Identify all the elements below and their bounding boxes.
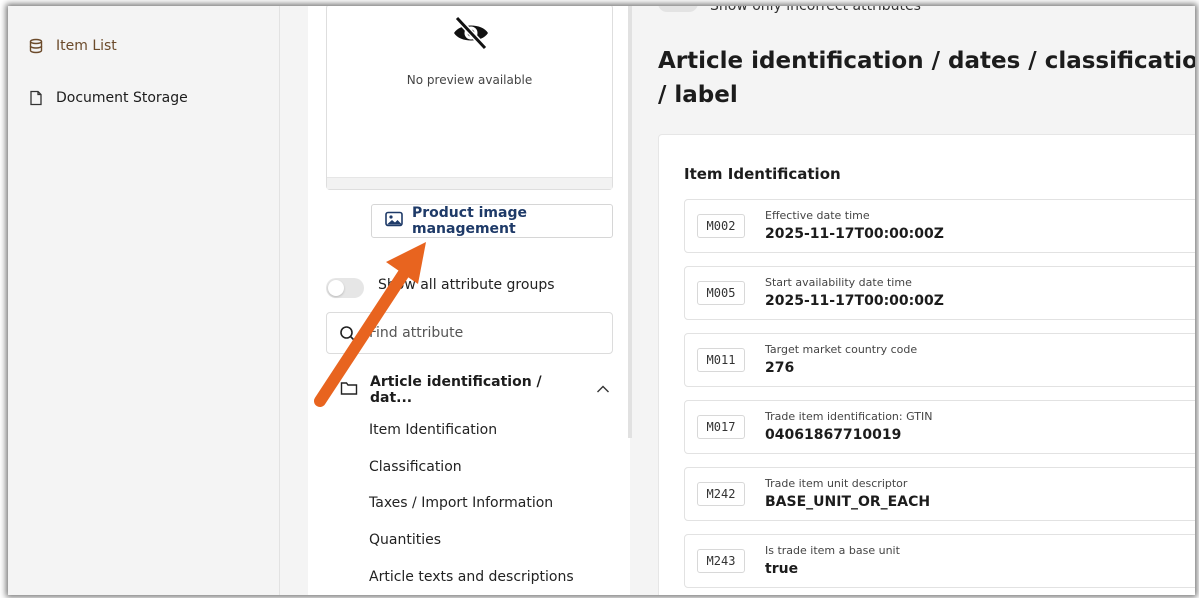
attribute-section-card: Item Identification M002 Effective date … (658, 134, 1195, 595)
sidebar-item-document-storage[interactable]: Document Storage (28, 90, 188, 106)
sidebar-item-item-list[interactable]: Item List (28, 38, 117, 54)
database-icon (28, 38, 44, 54)
attribute-code: M011 (697, 348, 745, 372)
attribute-row[interactable]: M002 Effective date time 2025-11-17T00:0… (684, 199, 1195, 253)
show-only-incorrect-attributes-label: Show only incorrect attributes (710, 6, 921, 14)
attribute-code: M005 (697, 281, 745, 305)
document-icon (28, 90, 44, 106)
annotation-arrow-icon (314, 242, 426, 407)
sidebar: Item List Document Storage (8, 6, 280, 595)
attribute-value: 04061867710019 (765, 427, 902, 443)
attribute-label: Target market country code (765, 343, 918, 356)
section-title: Item Identification (684, 165, 841, 183)
chevron-up-icon[interactable] (596, 382, 610, 398)
attribute-value: 2025-11-17T00:00:00Z (765, 226, 944, 242)
attribute-code: M017 (697, 415, 745, 439)
attribute-row[interactable]: M011 Target market country code 276 (684, 333, 1195, 387)
attribute-group-item-article-texts[interactable]: Article texts and descriptions (369, 569, 574, 585)
attribute-group-item-quantities[interactable]: Quantities (369, 532, 441, 548)
attribute-row[interactable]: M017 Trade item identification: GTIN 040… (684, 400, 1195, 454)
attribute-value: true (765, 561, 799, 577)
middle-panel-scrollbar[interactable] (628, 6, 632, 438)
attribute-label: Effective date time (765, 209, 870, 222)
attribute-row[interactable]: M242 Trade item unit descriptor BASE_UNI… (684, 467, 1195, 521)
product-image-management-button[interactable]: Product image management (371, 204, 613, 238)
attribute-code: M242 (697, 482, 745, 506)
sidebar-item-label: Document Storage (56, 90, 188, 106)
attribute-code: M243 (697, 549, 745, 573)
no-preview-text: No preview available (406, 73, 533, 87)
preview-footer-band (327, 177, 612, 189)
main-content: Show only incorrect attributes Article i… (638, 6, 1195, 595)
page-title: Article identification / dates / classif… (658, 48, 1195, 108)
attribute-value: 2025-11-17T00:00:00Z (765, 293, 944, 309)
attribute-label: Is trade item a base unit (765, 544, 900, 557)
attribute-value: 276 (765, 360, 795, 376)
product-preview: No preview available (326, 6, 613, 190)
attribute-code: M002 (697, 214, 745, 238)
show-only-incorrect-attributes-toggle[interactable] (658, 6, 698, 12)
image-icon (385, 211, 403, 231)
attribute-group-item-taxes[interactable]: Taxes / Import Information (369, 495, 553, 511)
product-image-management-label: Product image management (412, 205, 527, 237)
app-window: Item List Document Storage No preview av… (8, 6, 1195, 595)
attribute-group-item-item-identification[interactable]: Item Identification (369, 422, 497, 438)
attribute-value: BASE_UNIT_OR_EACH (765, 494, 931, 510)
attribute-label: Trade item unit descriptor (765, 477, 908, 490)
attribute-group-item-classification[interactable]: Classification (369, 459, 462, 475)
attribute-label: Trade item identification: GTIN (765, 410, 933, 423)
attribute-row[interactable]: M243 Is trade item a base unit true (684, 534, 1195, 588)
attribute-row[interactable]: M005 Start availability date time 2025-1… (684, 266, 1195, 320)
eye-slash-icon (451, 13, 491, 57)
attribute-label: Start availability date time (765, 276, 912, 289)
sidebar-item-label: Item List (56, 38, 117, 54)
